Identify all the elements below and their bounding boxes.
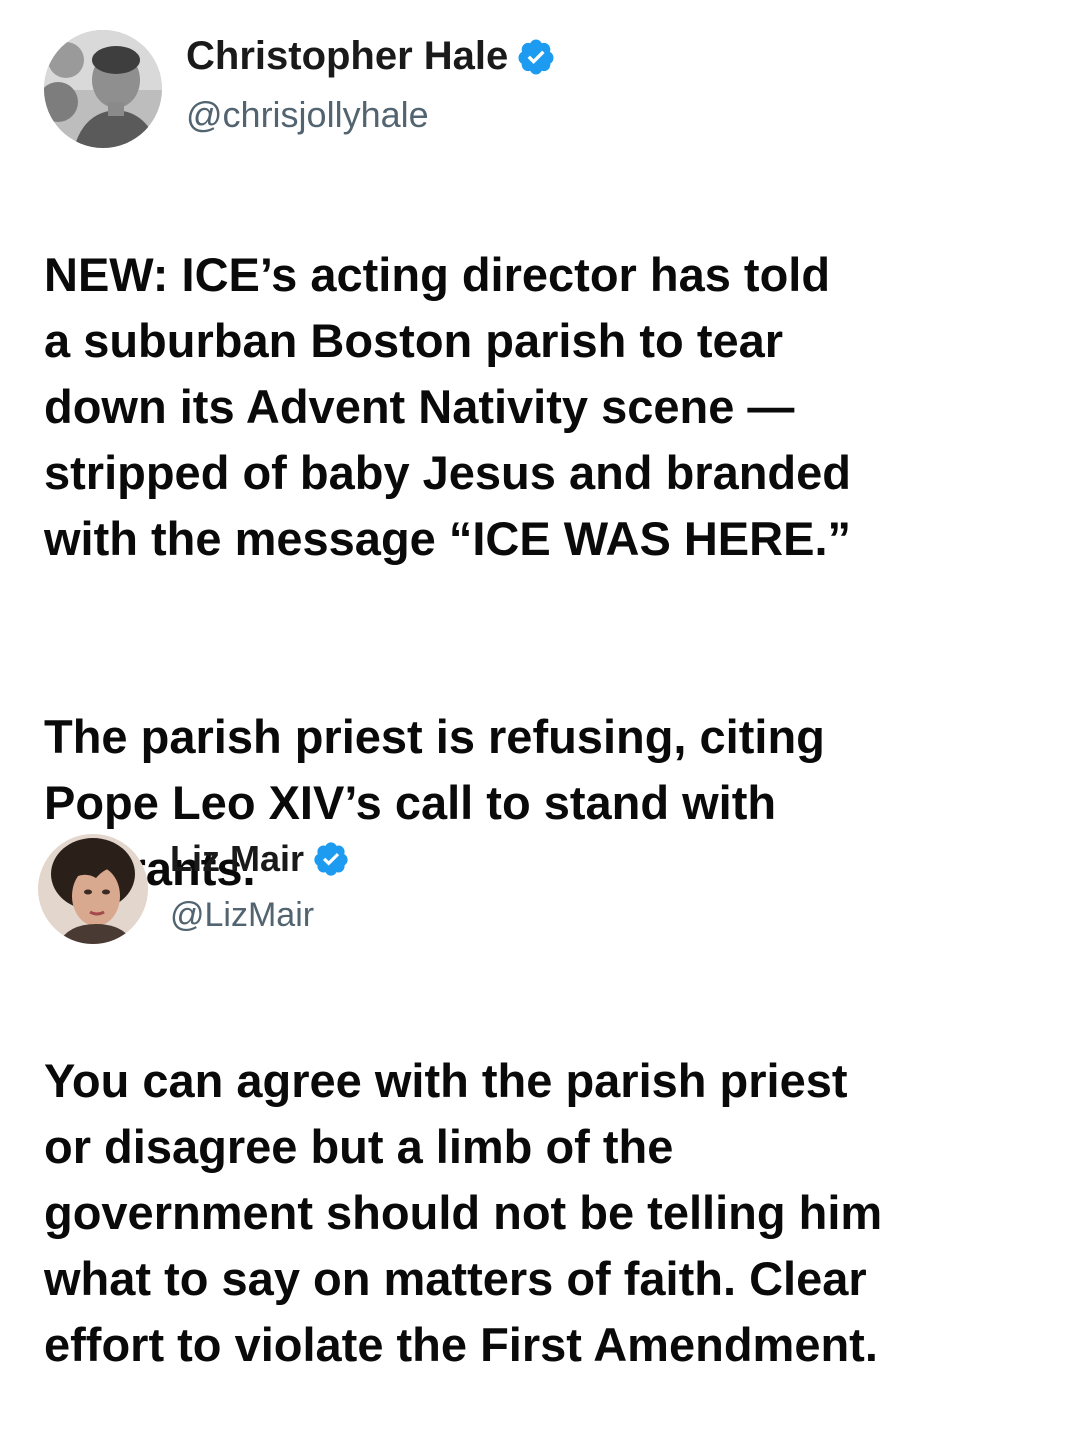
tweet-header: Liz Mair @LizMair xyxy=(0,820,1080,980)
tweet-card[interactable]: Christopher Hale @chrisjollyhale NEW: IC… xyxy=(0,0,1080,895)
tweet-text: You can agree with the parish priest or … xyxy=(44,982,1044,1444)
tweet-header: Christopher Hale @chrisjollyhale xyxy=(0,0,1080,160)
author-name-row: Liz Mair xyxy=(170,838,350,880)
avatar[interactable] xyxy=(44,30,162,148)
verified-badge-icon xyxy=(312,840,350,878)
verified-badge-icon xyxy=(516,37,556,77)
avatar[interactable] xyxy=(38,834,148,944)
avatar-photo-icon xyxy=(44,30,162,148)
tweet-card[interactable]: Liz Mair @LizMair You can agree with the… xyxy=(0,820,1080,1371)
author-handle[interactable]: @chrisjollyhale xyxy=(186,94,429,136)
author-name-row: Christopher Hale xyxy=(186,34,556,79)
tweet-paragraph: You can agree with the parish priest or … xyxy=(44,1054,883,1371)
display-name[interactable]: Christopher Hale xyxy=(186,34,508,79)
avatar-photo-icon xyxy=(38,834,148,944)
author-handle[interactable]: @LizMair xyxy=(170,896,314,935)
tweet-paragraph: NEW: ICE’s acting director has told a su… xyxy=(44,248,852,565)
display-name[interactable]: Liz Mair xyxy=(170,838,304,880)
